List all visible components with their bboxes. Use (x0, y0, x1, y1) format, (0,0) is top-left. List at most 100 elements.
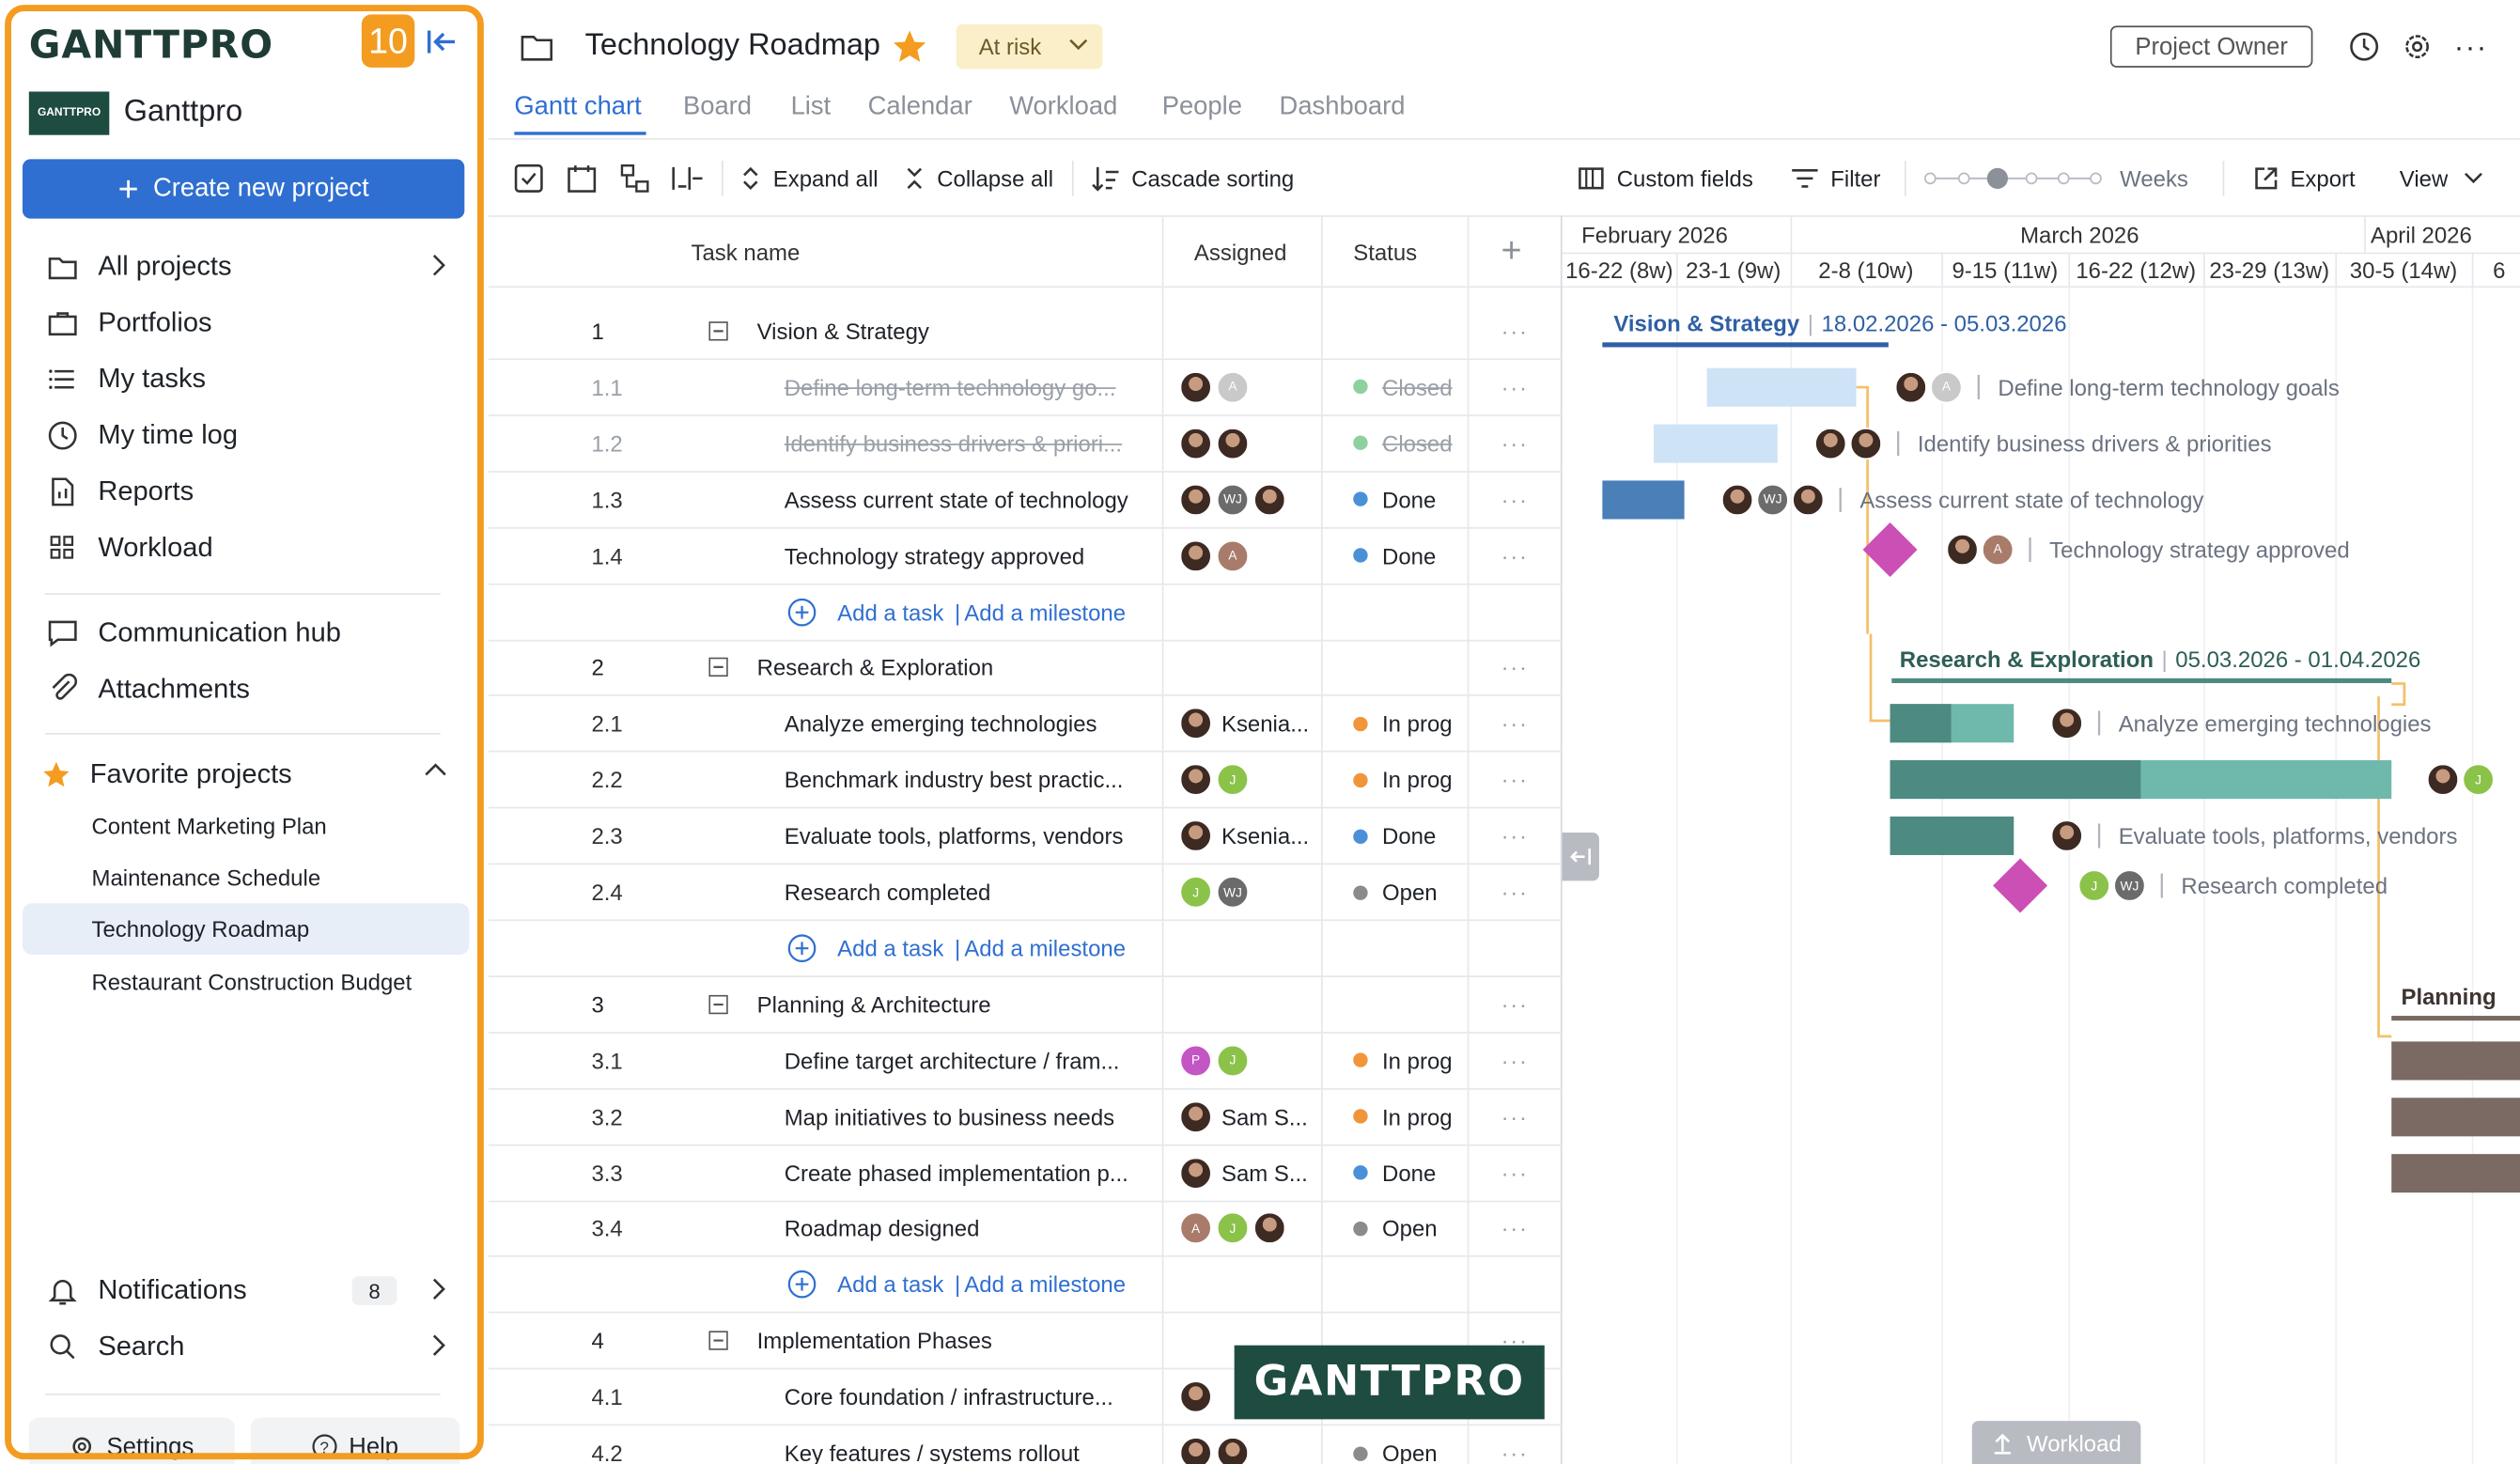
filter-button[interactable]: Filter (1790, 161, 1880, 196)
avatar-photo[interactable] (1179, 483, 1212, 516)
row-more-icon[interactable]: ··· (1501, 1425, 1529, 1464)
collapse-sidebar-icon[interactable] (426, 27, 458, 56)
avatar-initials[interactable]: WJ (1756, 483, 1789, 516)
avatar-initials[interactable]: J (2077, 869, 2110, 902)
column-assigned[interactable]: Assigned (1194, 240, 1287, 265)
group-summary-bar[interactable] (2391, 1015, 2520, 1020)
favorite-project-item[interactable]: Restaurant Construction Budget (23, 957, 470, 1008)
settings-button[interactable]: Settings (28, 1417, 235, 1464)
row-more-icon[interactable]: ··· (1501, 1201, 1529, 1255)
avatar-initials[interactable]: J (1216, 1044, 1250, 1077)
nav-search[interactable]: Search (23, 1319, 470, 1374)
select-checkbox-icon[interactable] (513, 161, 545, 196)
nav-portfolios[interactable]: Portfolios (23, 296, 470, 350)
task-name[interactable]: Research completed (785, 864, 991, 919)
tab-board[interactable]: Board (683, 93, 752, 122)
row-more-icon[interactable]: ··· (1501, 753, 1529, 807)
avatar-initials[interactable]: A (1982, 533, 2014, 566)
add-circle-icon[interactable] (787, 1257, 817, 1312)
collapse-group-icon[interactable] (708, 640, 728, 694)
assignees-cell[interactable] (1179, 1425, 1254, 1464)
history-icon[interactable] (2348, 30, 2380, 62)
status-cell[interactable]: Closed (1353, 360, 1453, 414)
tab-gantt-chart[interactable]: Gantt chart (514, 93, 641, 122)
avatar-initials[interactable]: A (1216, 539, 1250, 572)
avatar-initials[interactable]: J (1216, 1212, 1250, 1245)
row-more-icon[interactable]: ··· (1501, 528, 1529, 583)
task-bar[interactable] (1890, 760, 2392, 800)
avatar-photo[interactable] (1253, 483, 1286, 516)
assignees-cell[interactable]: AJ (1179, 1201, 1291, 1255)
avatar-photo[interactable] (1179, 1437, 1212, 1464)
task-row[interactable]: 3.1 Define target architecture / fram...… (488, 1033, 1563, 1090)
task-name[interactable]: Identify business drivers & priori... (785, 416, 1122, 471)
group-row[interactable]: 3 Planning & Architecture ··· (488, 977, 1563, 1034)
hierarchy-icon[interactable] (619, 161, 651, 196)
avatar-photo[interactable] (1894, 370, 1927, 404)
tab-workload[interactable]: Workload (1009, 93, 1117, 122)
group-name[interactable]: Vision & Strategy (757, 304, 929, 358)
add-milestone-link[interactable]: Add a milestone (964, 921, 1126, 975)
task-row[interactable]: 2.1 Analyze emerging technologies Ksenia… (488, 696, 1563, 754)
status-cell[interactable]: Done (1353, 809, 1436, 864)
avatar-photo[interactable] (1179, 539, 1212, 572)
avatar-photo[interactable] (1849, 427, 1882, 459)
assignees-cell[interactable]: J WJ (1179, 864, 1254, 919)
status-cell[interactable]: Done (1353, 472, 1436, 526)
create-project-button[interactable]: + Create new project (22, 159, 465, 219)
status-cell[interactable]: Done (1353, 528, 1436, 583)
task-row[interactable]: 3.2 Map initiatives to business needs Sa… (488, 1089, 1563, 1145)
task-row[interactable]: 2.4 Research completed J WJ Open ··· (488, 864, 1563, 922)
avatar-initials[interactable]: WJ (1216, 876, 1250, 909)
avatar-initials[interactable]: WJ (2113, 869, 2146, 902)
assignees-cell[interactable]: WJ (1179, 472, 1291, 526)
add-task-row[interactable]: Add a task | Add a milestone (488, 584, 1563, 641)
task-row[interactable]: 1.4 Technology strategy approved A Done … (488, 528, 1563, 584)
avatar-photo[interactable] (2050, 819, 2083, 852)
collapse-group-icon[interactable] (708, 1314, 728, 1368)
task-name[interactable]: Roadmap designed (785, 1201, 980, 1255)
status-cell[interactable]: In prog (1353, 696, 1453, 751)
task-name[interactable]: Map initiatives to business needs (785, 1089, 1114, 1144)
task-bar[interactable] (1602, 479, 1685, 519)
assignees-cell[interactable] (1179, 416, 1254, 471)
row-more-icon[interactable]: ··· (1501, 809, 1529, 864)
task-name[interactable]: Assess current state of technology (785, 472, 1128, 526)
expand-all-button[interactable]: Expand all (741, 161, 879, 196)
task-row[interactable]: 1.3 Assess current state of technology W… (488, 472, 1563, 529)
status-cell[interactable]: In prog (1353, 1033, 1453, 1087)
task-bar[interactable] (1890, 704, 2014, 743)
assignees-cell[interactable]: J (1179, 753, 1254, 807)
project-title[interactable]: Technology Roadmap (585, 29, 880, 65)
status-dropdown[interactable]: At risk (956, 23, 1103, 70)
nav-attachments[interactable]: Attachments (23, 662, 470, 717)
help-button[interactable]: ? Help (250, 1417, 460, 1464)
favorite-project-item-active[interactable]: Technology Roadmap (22, 903, 470, 956)
avatar-photo[interactable] (2426, 763, 2460, 797)
zoom-slider-handle[interactable] (1986, 167, 2009, 189)
task-bar[interactable] (1890, 817, 2014, 856)
status-cell[interactable]: In prog (1353, 753, 1453, 807)
nav-workload[interactable]: Workload (23, 521, 470, 575)
task-bar[interactable] (1706, 367, 1857, 407)
avatar-initials[interactable]: A (1179, 1212, 1212, 1245)
task-name[interactable]: Benchmark industry best practic... (785, 753, 1124, 807)
nav-all-projects[interactable]: All projects (23, 240, 470, 294)
row-more-icon[interactable]: ··· (1501, 1145, 1529, 1200)
add-circle-icon[interactable] (787, 584, 817, 639)
task-bar[interactable] (2391, 1040, 2520, 1080)
nav-communication-hub[interactable]: Communication hub (23, 606, 470, 661)
more-options-icon[interactable]: ··· (2454, 30, 2488, 64)
avatar-photo[interactable] (1179, 763, 1212, 797)
assignees-cell[interactable]: A (1179, 360, 1254, 414)
avatar-initials[interactable]: J (2462, 763, 2495, 797)
notification-badge[interactable]: 10 (361, 14, 415, 68)
calendar-icon[interactable] (566, 161, 598, 196)
row-more-icon[interactable]: ··· (1501, 304, 1529, 358)
status-cell[interactable]: In prog (1353, 1089, 1453, 1144)
tab-people[interactable]: People (1162, 93, 1242, 122)
task-name[interactable]: Define long-term technology go... (785, 360, 1116, 414)
task-name[interactable]: Create phased implementation p... (785, 1145, 1128, 1200)
task-row[interactable]: 3.4 Roadmap designed AJ Open ··· (488, 1201, 1563, 1258)
zoom-slider[interactable] (1923, 164, 2104, 193)
